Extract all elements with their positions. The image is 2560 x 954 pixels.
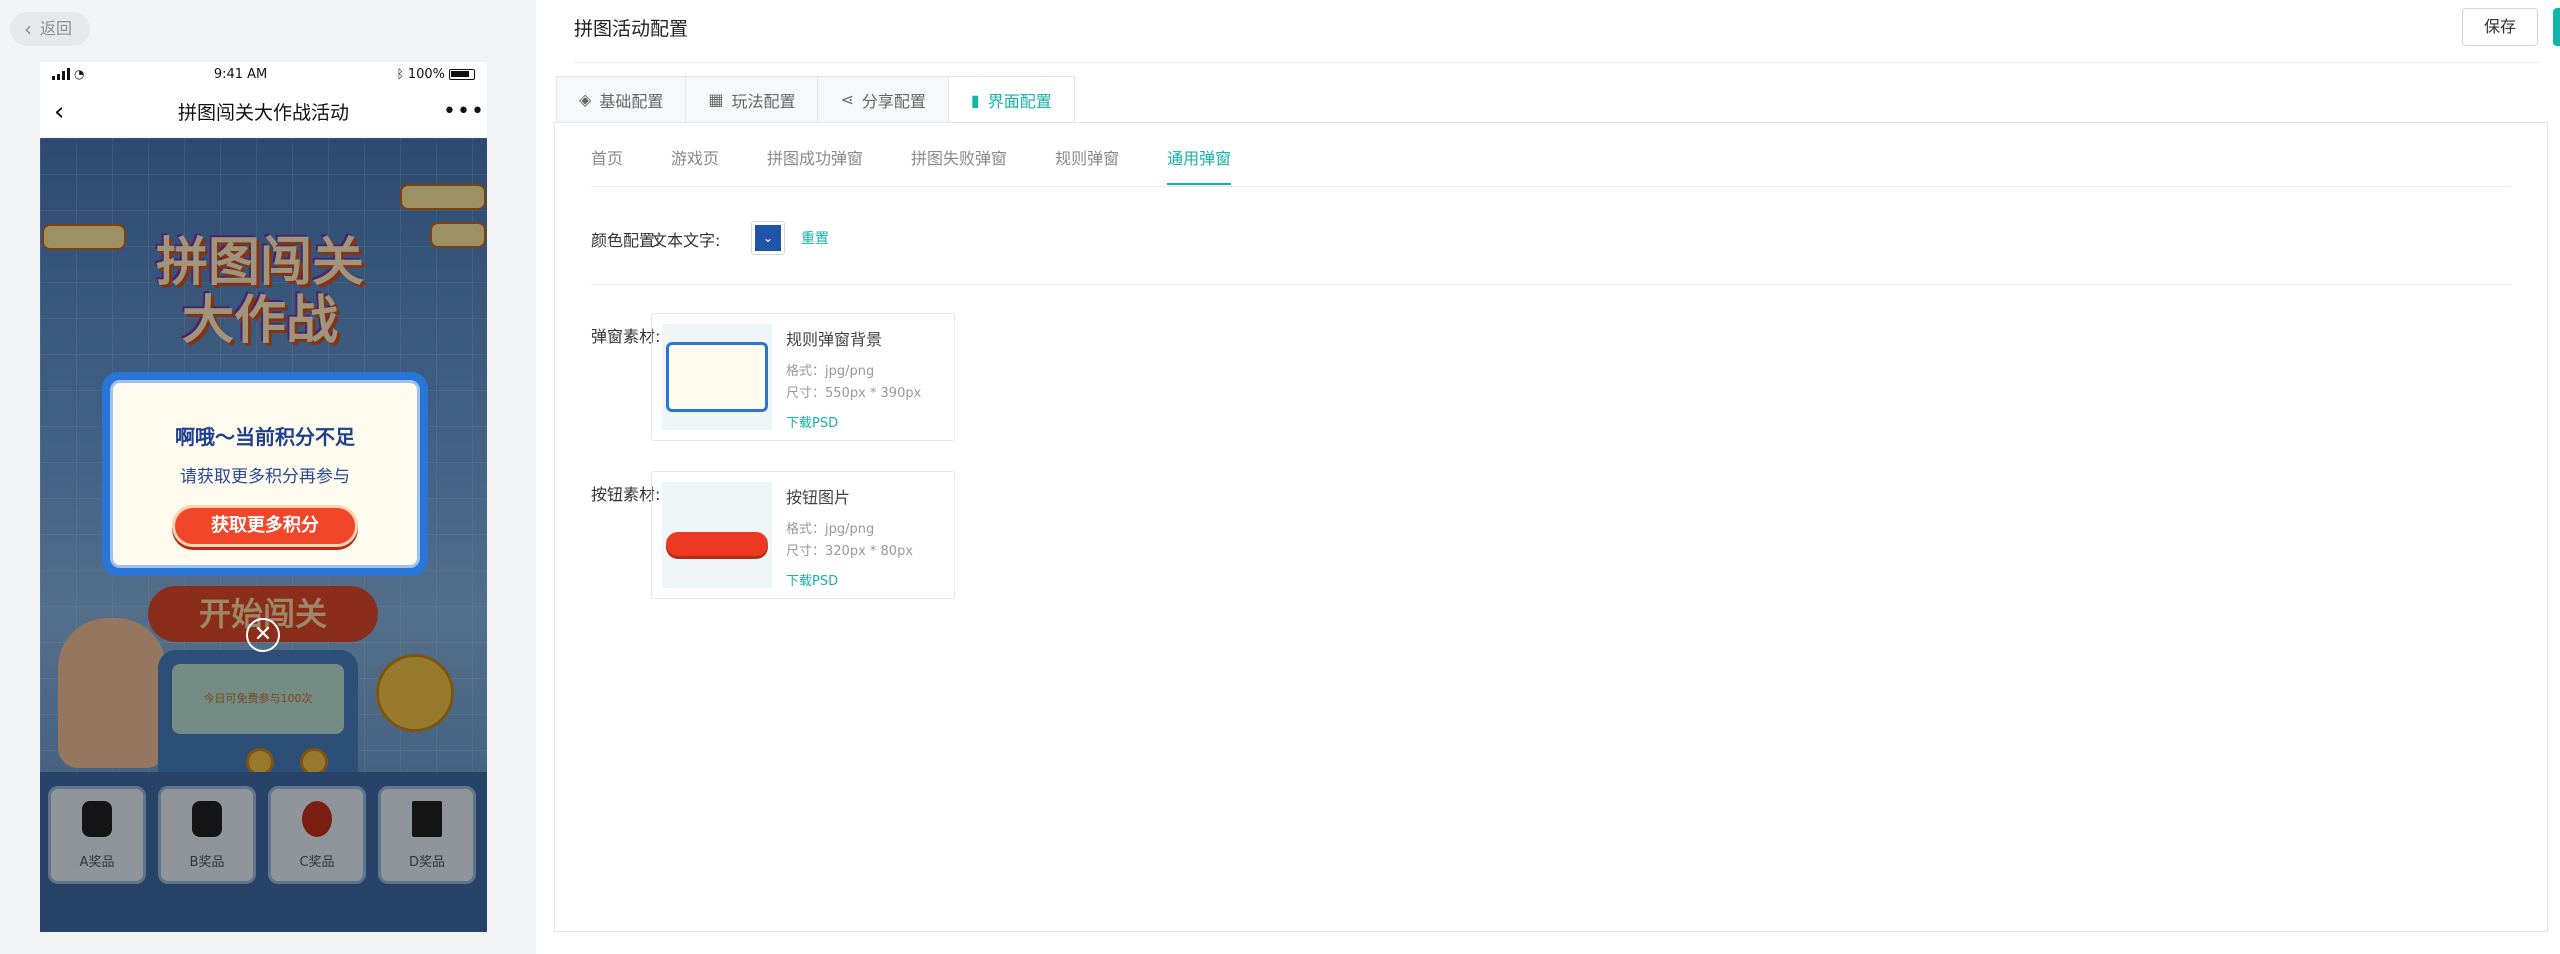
button-asset-label: 按钮素材:: [591, 485, 661, 504]
signal-icon: ◔: [52, 67, 84, 81]
chevron-left-icon: ‹: [24, 17, 32, 41]
color-config-label: 颜色配置:: [591, 231, 661, 250]
asset-card-button-image: 按钮图片 格式：jpg/png 尺寸：320px * 80px 下载PSD: [651, 471, 955, 599]
tab-basic-config[interactable]: ◈ 基础配置: [556, 76, 686, 122]
text-color-label: 文本文字:: [651, 231, 721, 250]
tab-label: 界面配置: [987, 92, 1052, 111]
tab-gameplay-config[interactable]: ▦ 玩法配置: [685, 76, 818, 122]
color-picker[interactable]: ⌄: [751, 221, 785, 255]
dialog-title: 啊哦～当前积分不足: [175, 425, 355, 449]
subtabs: 首页 游戏页 拼图成功弹窗 拼图失败弹窗 规则弹窗 通用弹窗: [591, 149, 1232, 185]
publish-button[interactable]: 发布: [2553, 8, 2560, 46]
button-preview: [666, 532, 768, 556]
asset-title: 按钮图片: [786, 488, 851, 507]
asset-size: 尺寸：320px * 80px: [786, 544, 914, 559]
dialog-subtitle: 请获取更多积分再参与: [180, 467, 350, 487]
insufficient-points-dialog: 啊哦～当前积分不足 请获取更多积分再参与 获取更多积分: [102, 372, 428, 576]
subtab-success-popup[interactable]: 拼图成功弹窗: [767, 149, 863, 185]
tab-label: 分享配置: [861, 91, 926, 111]
preview-panel: ‹ 返回 ◔ 9:41 AM ᛒ 100% ‹ 拼图闯关大作战活动 ••• 拼图…: [0, 0, 536, 954]
tab-label: 玩法配置: [731, 91, 796, 111]
tab-ui-config[interactable]: ▮ 界面配置: [947, 76, 1075, 123]
page-title: 拼图活动配置: [574, 18, 689, 40]
bluetooth-icon: ᛒ: [396, 67, 404, 81]
status-time: 9:41 AM: [213, 66, 268, 82]
subtab-general-popup[interactable]: 通用弹窗: [1167, 149, 1232, 185]
phone-nav-bar: ‹ 拼图闯关大作战活动 •••: [40, 86, 487, 138]
back-button[interactable]: ‹ 返回: [10, 12, 91, 46]
asset-title: 规则弹窗背景: [786, 330, 883, 349]
chevron-down-icon: ⌄: [755, 225, 781, 251]
asset-card-popup-bg: 规则弹窗背景 格式：jpg/png 尺寸：550px * 390px 下载PSD: [651, 313, 955, 441]
asset-thumbnail[interactable]: [662, 324, 772, 430]
get-more-points-button[interactable]: 获取更多积分: [172, 505, 358, 547]
download-psd-link[interactable]: 下载PSD: [786, 570, 838, 589]
config-panel: 首页 游戏页 拼图成功弹窗 拼图失败弹窗 规则弹窗 通用弹窗 颜色配置: 文本文…: [554, 122, 2548, 932]
battery-icon: [448, 68, 475, 80]
document-icon: ▮: [970, 90, 980, 110]
config-tabs: ◈ 基础配置 ▦ 玩法配置 ⋖ 分享配置 ▮ 界面配置: [556, 76, 1075, 123]
config-area: 拼图活动配置 保存 发布 ◈ 基础配置 ▦ 玩法配置 ⋖ 分享配置 ▮ 界面配置…: [536, 0, 2560, 954]
tab-label: 基础配置: [599, 91, 664, 111]
gamepad-icon: ▦: [708, 90, 724, 109]
header-divider: [574, 62, 2540, 63]
download-psd-link[interactable]: 下载PSD: [786, 412, 838, 431]
subtab-divider: [591, 186, 2511, 187]
subtab-rules-popup[interactable]: 规则弹窗: [1055, 149, 1119, 185]
subtab-home[interactable]: 首页: [591, 149, 623, 185]
back-label: 返回: [40, 19, 73, 38]
section-divider: [591, 284, 2511, 285]
asset-thumbnail[interactable]: [662, 482, 772, 588]
nav-back-icon[interactable]: ‹: [54, 97, 84, 127]
asset-size: 尺寸：550px * 390px: [786, 386, 922, 401]
status-bar: ◔ 9:41 AM ᛒ 100%: [40, 62, 487, 86]
battery-percent: 100%: [407, 66, 445, 82]
phone-preview: ◔ 9:41 AM ᛒ 100% ‹ 拼图闯关大作战活动 ••• 拼图闯关 大作…: [40, 62, 487, 932]
tab-share-config[interactable]: ⋖ 分享配置: [817, 76, 948, 122]
close-icon[interactable]: ✕: [246, 618, 280, 652]
subtab-fail-popup[interactable]: 拼图失败弹窗: [911, 149, 1007, 185]
layers-icon: ◈: [579, 90, 592, 109]
share-icon: ⋖: [840, 90, 854, 109]
more-icon[interactable]: •••: [443, 99, 484, 124]
battery-indicator: ᛒ 100%: [397, 67, 475, 82]
asset-format: 格式：jpg/png: [786, 522, 875, 537]
popup-frame-preview: [666, 342, 768, 412]
popup-asset-label: 弹窗素材:: [591, 327, 661, 346]
subtab-game-page[interactable]: 游戏页: [671, 149, 719, 185]
nav-title: 拼图闯关大作战活动: [177, 102, 349, 124]
wifi-icon: ◔: [74, 67, 85, 81]
reset-link[interactable]: 重置: [801, 228, 829, 248]
dialog-body: 啊哦～当前积分不足 请获取更多积分再参与 获取更多积分: [110, 380, 420, 568]
asset-format: 格式：jpg/png: [786, 364, 875, 379]
save-button[interactable]: 保存: [2462, 8, 2538, 46]
